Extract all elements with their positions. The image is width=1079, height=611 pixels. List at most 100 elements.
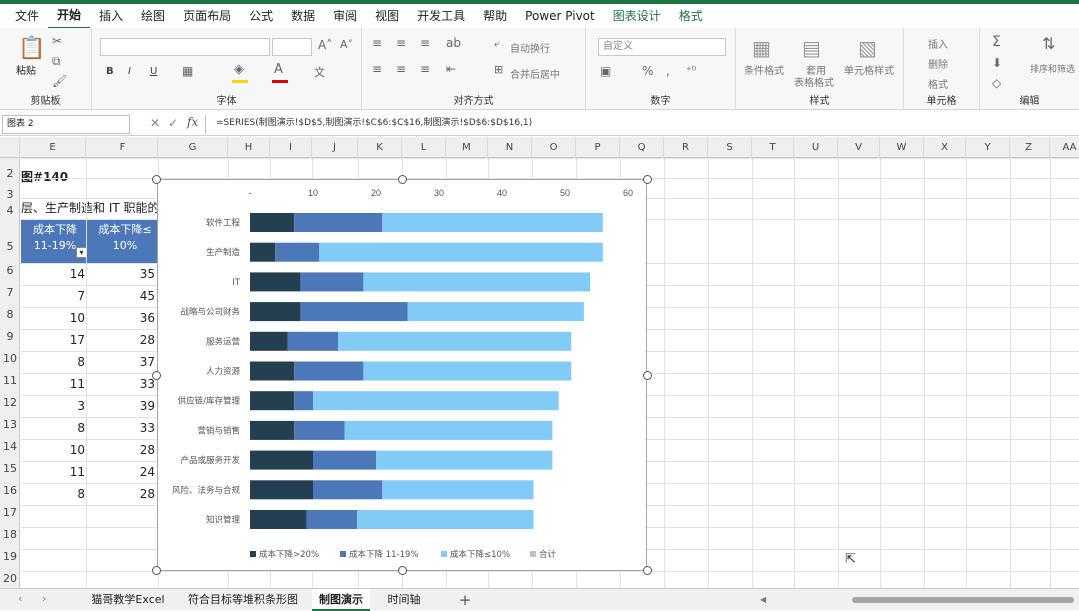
column-header-F[interactable]: F [88, 137, 158, 158]
cell-f-14[interactable]: 28 [91, 443, 155, 457]
table-format-button-2[interactable]: 表格格式 [794, 74, 834, 89]
cell-e-16[interactable]: 8 [21, 487, 85, 501]
percent-icon[interactable]: % [642, 64, 653, 78]
underline-button[interactable]: U [150, 66, 157, 77]
menu-tab-13[interactable]: 格式 [670, 4, 712, 28]
cell-e-6[interactable]: 14 [21, 267, 85, 281]
menu-tab-1[interactable]: 开始 [48, 3, 91, 29]
delete-cells-button[interactable]: 删除 [928, 56, 948, 71]
menu-tab-5[interactable]: 公式 [240, 4, 282, 28]
align-top-icon[interactable]: ≡ [372, 36, 382, 50]
column-header-M[interactable]: M [446, 137, 488, 158]
row-header-17[interactable]: 17 [0, 506, 20, 519]
accounting-icon[interactable]: ▣ [600, 64, 611, 78]
column-header-S[interactable]: S [708, 137, 752, 158]
row-header-4[interactable]: 4 [0, 204, 20, 217]
row-header-14[interactable]: 14 [0, 440, 20, 453]
column-header-H[interactable]: H [228, 137, 270, 158]
row-header-15[interactable]: 15 [0, 462, 20, 475]
column-header-N[interactable]: N [488, 137, 532, 158]
row-header-11[interactable]: 11 [0, 374, 20, 387]
cell-style-button[interactable]: 单元格样式 [844, 62, 894, 77]
column-header-Q[interactable]: Q [620, 137, 664, 158]
column-header-W[interactable]: W [880, 137, 924, 158]
row-header-7[interactable]: 7 [0, 286, 20, 299]
column-header-I[interactable]: I [270, 137, 312, 158]
resize-handle-bl[interactable] [152, 566, 161, 575]
font-color-icon[interactable]: A [274, 62, 283, 77]
column-header-V[interactable]: V [838, 137, 880, 158]
row-header-20[interactable]: 20 [0, 572, 20, 585]
sheet-tab-4[interactable]: 时间轴 [374, 589, 434, 611]
align-middle-icon[interactable]: ≡ [396, 36, 406, 50]
chart-area[interactable]: - 10 20 30 40 50 60 软件工程 生产制造 IT 战略与公司财务 服务运营 人力资源 供应… [157, 179, 647, 571]
row-header-3[interactable]: 3 [0, 188, 20, 201]
resize-handle-r[interactable] [643, 371, 652, 380]
clear-icon[interactable]: ◇ [992, 76, 1001, 90]
border-icon[interactable]: ▦ [182, 64, 193, 78]
cell-f-15[interactable]: 24 [91, 465, 155, 479]
menu-tab-3[interactable]: 绘图 [132, 4, 174, 28]
cell-e-12[interactable]: 3 [21, 399, 85, 413]
column-header-E[interactable]: E [20, 137, 86, 158]
row-header-12[interactable]: 12 [0, 396, 20, 409]
sheet-tab-1[interactable]: 猫哥教学Excel [82, 589, 174, 611]
resize-handle-l[interactable] [152, 371, 161, 380]
orientation-icon[interactable]: ab [446, 36, 461, 50]
cell-f-12[interactable]: 39 [91, 399, 155, 413]
select-all-corner[interactable] [0, 137, 20, 158]
formula-input[interactable]: =SERIES(制图演示!$D$5,制图演示!$C$6:$C$16,制图演示!$… [205, 115, 1079, 134]
bold-button[interactable]: B [106, 66, 114, 77]
column-header-X[interactable]: X [924, 137, 966, 158]
align-left-icon[interactable]: ≡ [372, 62, 382, 76]
menu-tab-7[interactable]: 审阅 [324, 4, 366, 28]
fill-color-icon[interactable]: ◈ [234, 62, 244, 77]
increase-font-icon[interactable]: A˄ [318, 38, 332, 52]
menu-tab-10[interactable]: 帮助 [474, 4, 516, 28]
indent-icon[interactable]: ⇤ [446, 62, 456, 76]
resize-handle-tr[interactable] [643, 175, 652, 184]
next-sheet-icon[interactable]: › [42, 592, 46, 605]
autosum-icon[interactable]: Σ [992, 34, 1001, 50]
column-header-AA[interactable]: AA [1050, 137, 1079, 158]
menu-tab-12[interactable]: 图表设计 [604, 4, 670, 28]
name-box[interactable]: 图表 2 [2, 115, 130, 134]
column-header-Z[interactable]: Z [1008, 137, 1050, 158]
copy-icon[interactable]: ⧉ [52, 54, 61, 69]
scroll-left-icon[interactable]: ◀ [760, 595, 768, 604]
cancel-icon[interactable]: ✕ [150, 116, 160, 130]
cell-e-7[interactable]: 7 [21, 289, 85, 303]
row-header-18[interactable]: 18 [0, 528, 20, 541]
row-header-2[interactable]: 2 [0, 167, 20, 180]
horizontal-scrollbar[interactable] [852, 597, 1074, 603]
row-header-9[interactable]: 9 [0, 330, 20, 343]
format-painter-icon[interactable]: 🖌 [52, 74, 67, 88]
row-header-13[interactable]: 13 [0, 418, 20, 431]
enter-icon[interactable]: ✓ [168, 116, 178, 130]
menu-tab-9[interactable]: 开发工具 [408, 4, 474, 28]
fill-icon[interactable]: ⬇ [992, 56, 1002, 70]
column-header-G[interactable]: G [158, 137, 228, 158]
decrease-font-icon[interactable]: A˅ [340, 38, 353, 51]
sheet-tab-3-active[interactable]: 制图演示 [312, 589, 370, 611]
merge-button[interactable]: 合并后居中 [510, 66, 560, 81]
row-header-6[interactable]: 6 [0, 264, 20, 277]
resize-handle-tl[interactable] [152, 175, 161, 184]
resize-handle-br[interactable] [643, 566, 652, 575]
function-icon[interactable]: fx [187, 115, 198, 129]
cell-f-16[interactable]: 28 [91, 487, 155, 501]
insert-cells-button[interactable]: 插入 [928, 36, 948, 51]
cell-f-11[interactable]: 33 [91, 377, 155, 391]
column-header-J[interactable]: J [312, 137, 358, 158]
cut-icon[interactable]: ✂ [52, 34, 62, 48]
paste-button[interactable]: 粘贴 [16, 62, 36, 77]
phonetic-icon[interactable]: 文 [314, 64, 325, 80]
menu-tab-11[interactable]: Power Pivot [516, 4, 604, 28]
align-bottom-icon[interactable]: ≡ [420, 36, 430, 50]
table-format-icon[interactable]: ▤ [802, 36, 821, 60]
menu-tab-6[interactable]: 数据 [282, 4, 324, 28]
column-header-U[interactable]: U [794, 137, 838, 158]
column-header-K[interactable]: K [358, 137, 402, 158]
font-size-select[interactable] [272, 38, 312, 56]
add-sheet-button[interactable]: + [450, 589, 480, 611]
